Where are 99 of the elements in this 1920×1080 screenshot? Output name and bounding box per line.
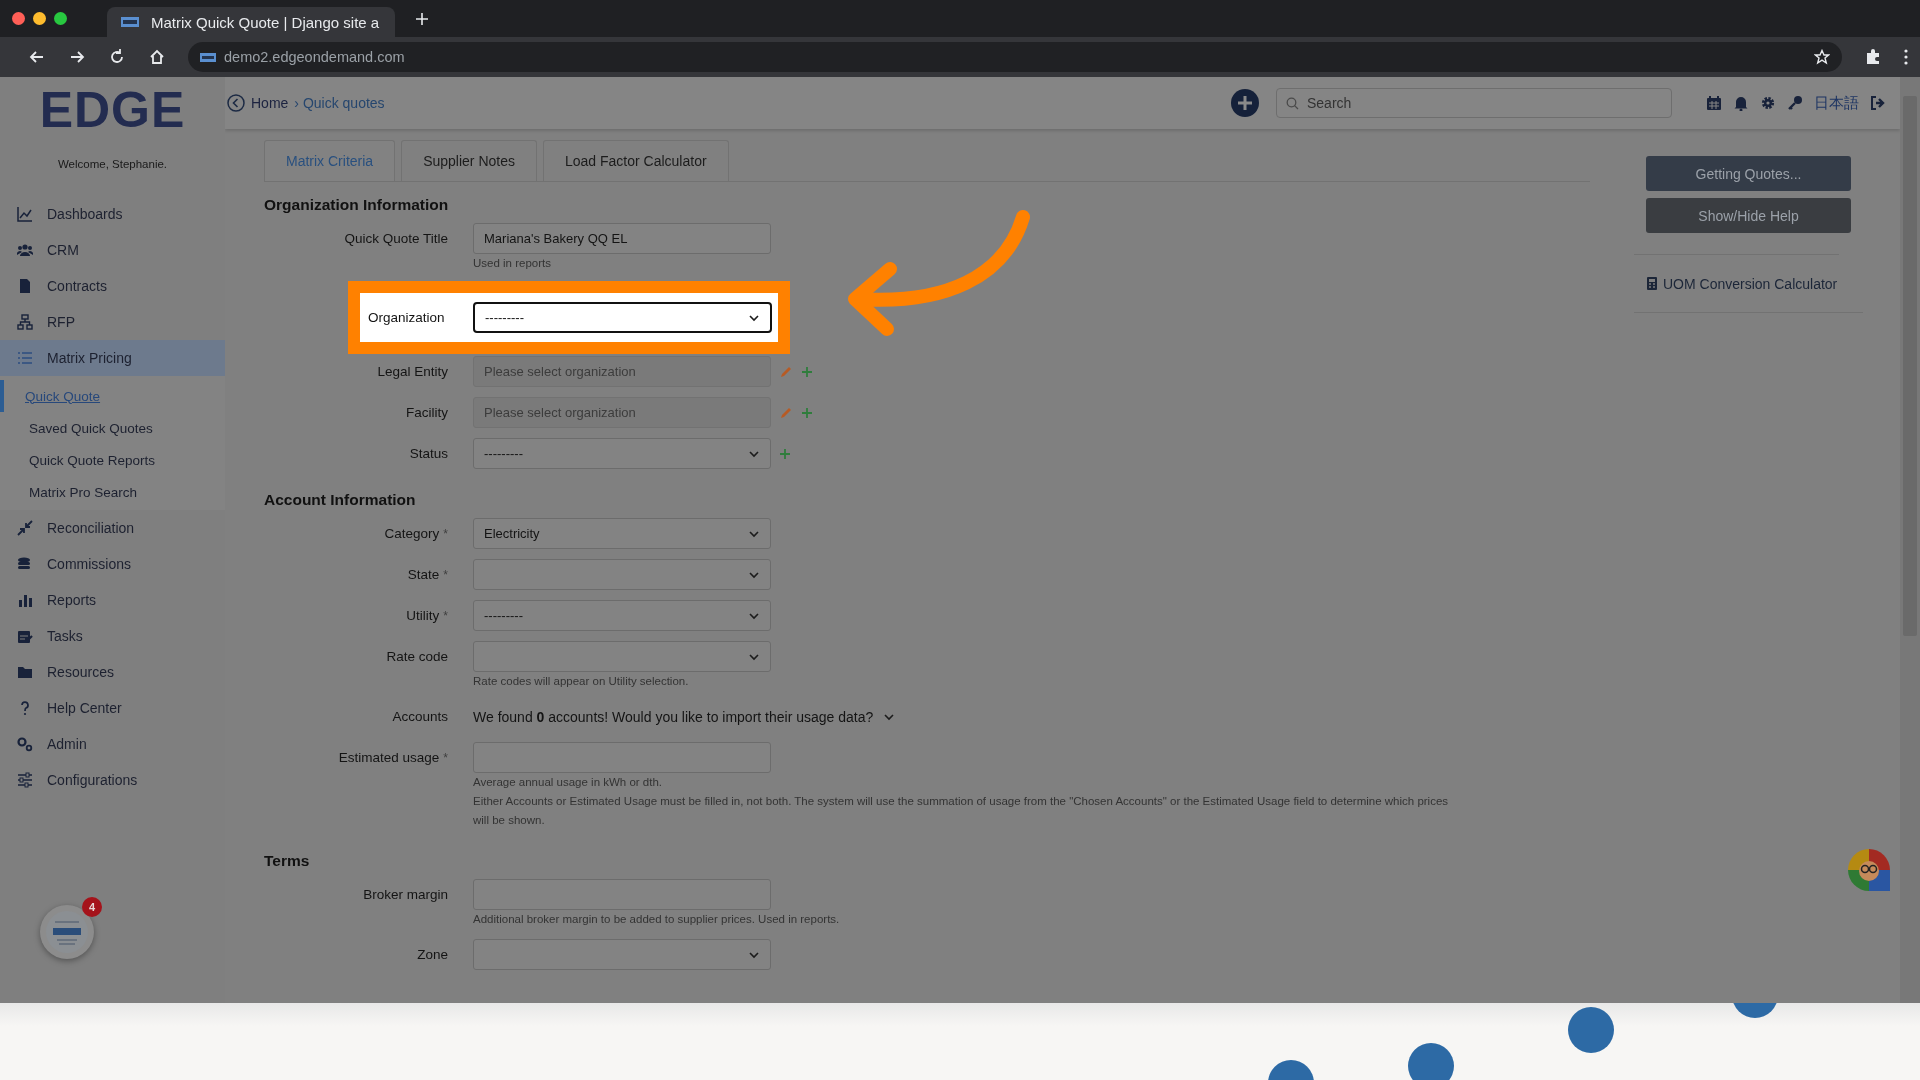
reload-icon[interactable] — [108, 48, 126, 66]
star-icon[interactable] — [1814, 49, 1830, 65]
required-marker: * — [443, 567, 448, 582]
sidebar-item[interactable]: CRM — [0, 232, 225, 268]
sidebar-subitem[interactable]: Quick Quote — [0, 380, 225, 412]
section-heading: Organization Information — [264, 196, 450, 214]
sidebar-item[interactable]: Admin — [0, 726, 225, 762]
window-control-icon[interactable] — [54, 12, 67, 25]
field-label: Category — [384, 526, 440, 541]
sidebar-item[interactable]: Tasks — [0, 618, 225, 654]
dropdown[interactable]: --------- — [473, 438, 771, 469]
field-label: Organization — [368, 310, 445, 325]
input-field[interactable]: Mariana's Bakery QQ EL — [473, 223, 771, 254]
breadcrumb-link[interactable]: Home — [251, 95, 289, 111]
help-text: Average annual usage in kWh or dth. — [473, 775, 664, 790]
help-text: Either Accounts or Estimated Usage must be filled in, not both. The system will use the summation of usage from the "Chosen Accounts" or the Estimated Usage field to determine which prices will be shown. — [473, 794, 1450, 828]
users-icon — [17, 242, 33, 258]
dropdown[interactable]: --------- — [473, 302, 772, 333]
notification-badge: 4 — [82, 897, 102, 917]
coins-icon — [17, 556, 33, 572]
breadcrumb-link[interactable]: › Quick quotes — [294, 95, 385, 111]
key-icon[interactable] — [1787, 95, 1803, 111]
scrollbar[interactable] — [1900, 77, 1920, 1003]
accounts-message: We found 0 accounts! Would you like to import their usage data? — [473, 708, 874, 725]
sidebar-item[interactable]: Resources — [0, 654, 225, 690]
sidebar-item[interactable]: Contracts — [0, 268, 225, 304]
window-control-icon[interactable] — [33, 12, 46, 25]
sliders-icon — [17, 772, 33, 788]
new-tab-icon[interactable] — [415, 11, 429, 26]
document-icon — [17, 278, 33, 294]
field-label: State — [407, 567, 440, 582]
sidebar-subitem[interactable]: Matrix Pro Search — [0, 476, 225, 508]
browser-tab[interactable]: Matrix Quick Quote | Django site a — [107, 7, 395, 37]
field-label: Facility — [406, 405, 448, 420]
search-icon — [1286, 97, 1299, 110]
field-label: Status — [409, 446, 448, 461]
bell-icon[interactable] — [1733, 95, 1749, 111]
section-heading: Terms — [264, 852, 311, 870]
welcome-badge-drawing — [45, 910, 89, 954]
add-icon[interactable] — [1230, 88, 1260, 118]
help-text: Rate codes will appear on Utility selection. — [473, 674, 690, 689]
puzzle-icon[interactable] — [1864, 48, 1882, 66]
dropdown[interactable]: Electricity — [473, 518, 771, 549]
language-link[interactable]: 日本語 — [1814, 93, 1859, 113]
address-bar[interactable]: demo2.edgeondemand.com — [188, 42, 1842, 72]
calendar-icon[interactable] — [1706, 95, 1722, 111]
home-icon[interactable] — [148, 48, 166, 66]
gears-icon — [17, 736, 33, 752]
calculator-link[interactable]: UOM Conversion Calculator — [1663, 275, 1838, 292]
action-button[interactable]: Getting Quotes... — [1646, 156, 1851, 191]
section-heading: Account Information — [264, 491, 417, 509]
field-label: Zone — [417, 947, 448, 962]
sidebar-subitem[interactable]: Quick Quote Reports — [0, 444, 225, 476]
field-label: Legal Entity — [377, 364, 448, 379]
chart-icon — [17, 206, 33, 222]
dropdown[interactable]: --------- — [473, 600, 771, 631]
logout-icon[interactable] — [1870, 95, 1886, 111]
sidebar-item[interactable]: Matrix Pricing — [0, 340, 225, 376]
menu-icon[interactable] — [1904, 49, 1908, 65]
sidebar-item[interactable]: Reports — [0, 582, 225, 618]
field-label: Estimated usage — [338, 750, 440, 765]
calendar-edit-icon — [17, 628, 33, 644]
required-marker: * — [443, 608, 448, 623]
required-marker: * — [443, 750, 448, 765]
sidebar-item[interactable]: Reconciliation — [0, 510, 225, 546]
help-text: Used in reports — [473, 256, 552, 271]
calculator-icon — [1647, 277, 1657, 290]
settings-icon[interactable] — [1760, 95, 1776, 111]
welcome-text: Welcome, Stephanie. — [56, 158, 169, 170]
sidebar-item[interactable]: Help Center — [0, 690, 225, 726]
network-icon — [17, 314, 33, 330]
field-label: Utility — [406, 608, 440, 623]
welcome-avatar[interactable] — [40, 905, 94, 959]
tab[interactable]: Matrix Criteria — [264, 140, 396, 181]
tab[interactable]: Supplier Notes — [401, 140, 537, 181]
back-circle-icon[interactable] — [227, 94, 245, 112]
field-label: Quick Quote Title — [344, 231, 448, 246]
search-field[interactable]: Search — [1276, 88, 1672, 118]
site-icon — [200, 52, 216, 62]
chat-assistant-icon[interactable] — [1846, 847, 1892, 893]
sidebar-item[interactable]: Commissions — [0, 546, 225, 582]
field-label: Accounts — [392, 709, 448, 724]
required-marker: * — [443, 526, 448, 541]
compress-icon — [17, 520, 33, 536]
list-icon — [17, 350, 33, 366]
sidebar-item[interactable]: Configurations — [0, 762, 225, 798]
favicon-icon — [121, 17, 139, 27]
sidebar-subitem[interactable]: Saved Quick Quotes — [0, 412, 225, 444]
help-text: Additional broker margin to be added to supplier prices. Used in reports. — [473, 912, 840, 927]
sidebar-item[interactable]: Dashboards — [0, 196, 225, 232]
logo[interactable]: EDGE — [39, 85, 186, 135]
bar-chart-icon — [17, 592, 33, 608]
field-label: Rate code — [386, 649, 448, 664]
window-control-icon[interactable] — [12, 12, 25, 25]
sidebar-item[interactable]: RFP — [0, 304, 225, 340]
tab[interactable]: Load Factor Calculator — [542, 140, 729, 181]
field-label: Broker margin — [363, 887, 448, 902]
action-button[interactable]: Show/Hide Help — [1646, 198, 1851, 233]
folder-icon — [17, 664, 33, 680]
